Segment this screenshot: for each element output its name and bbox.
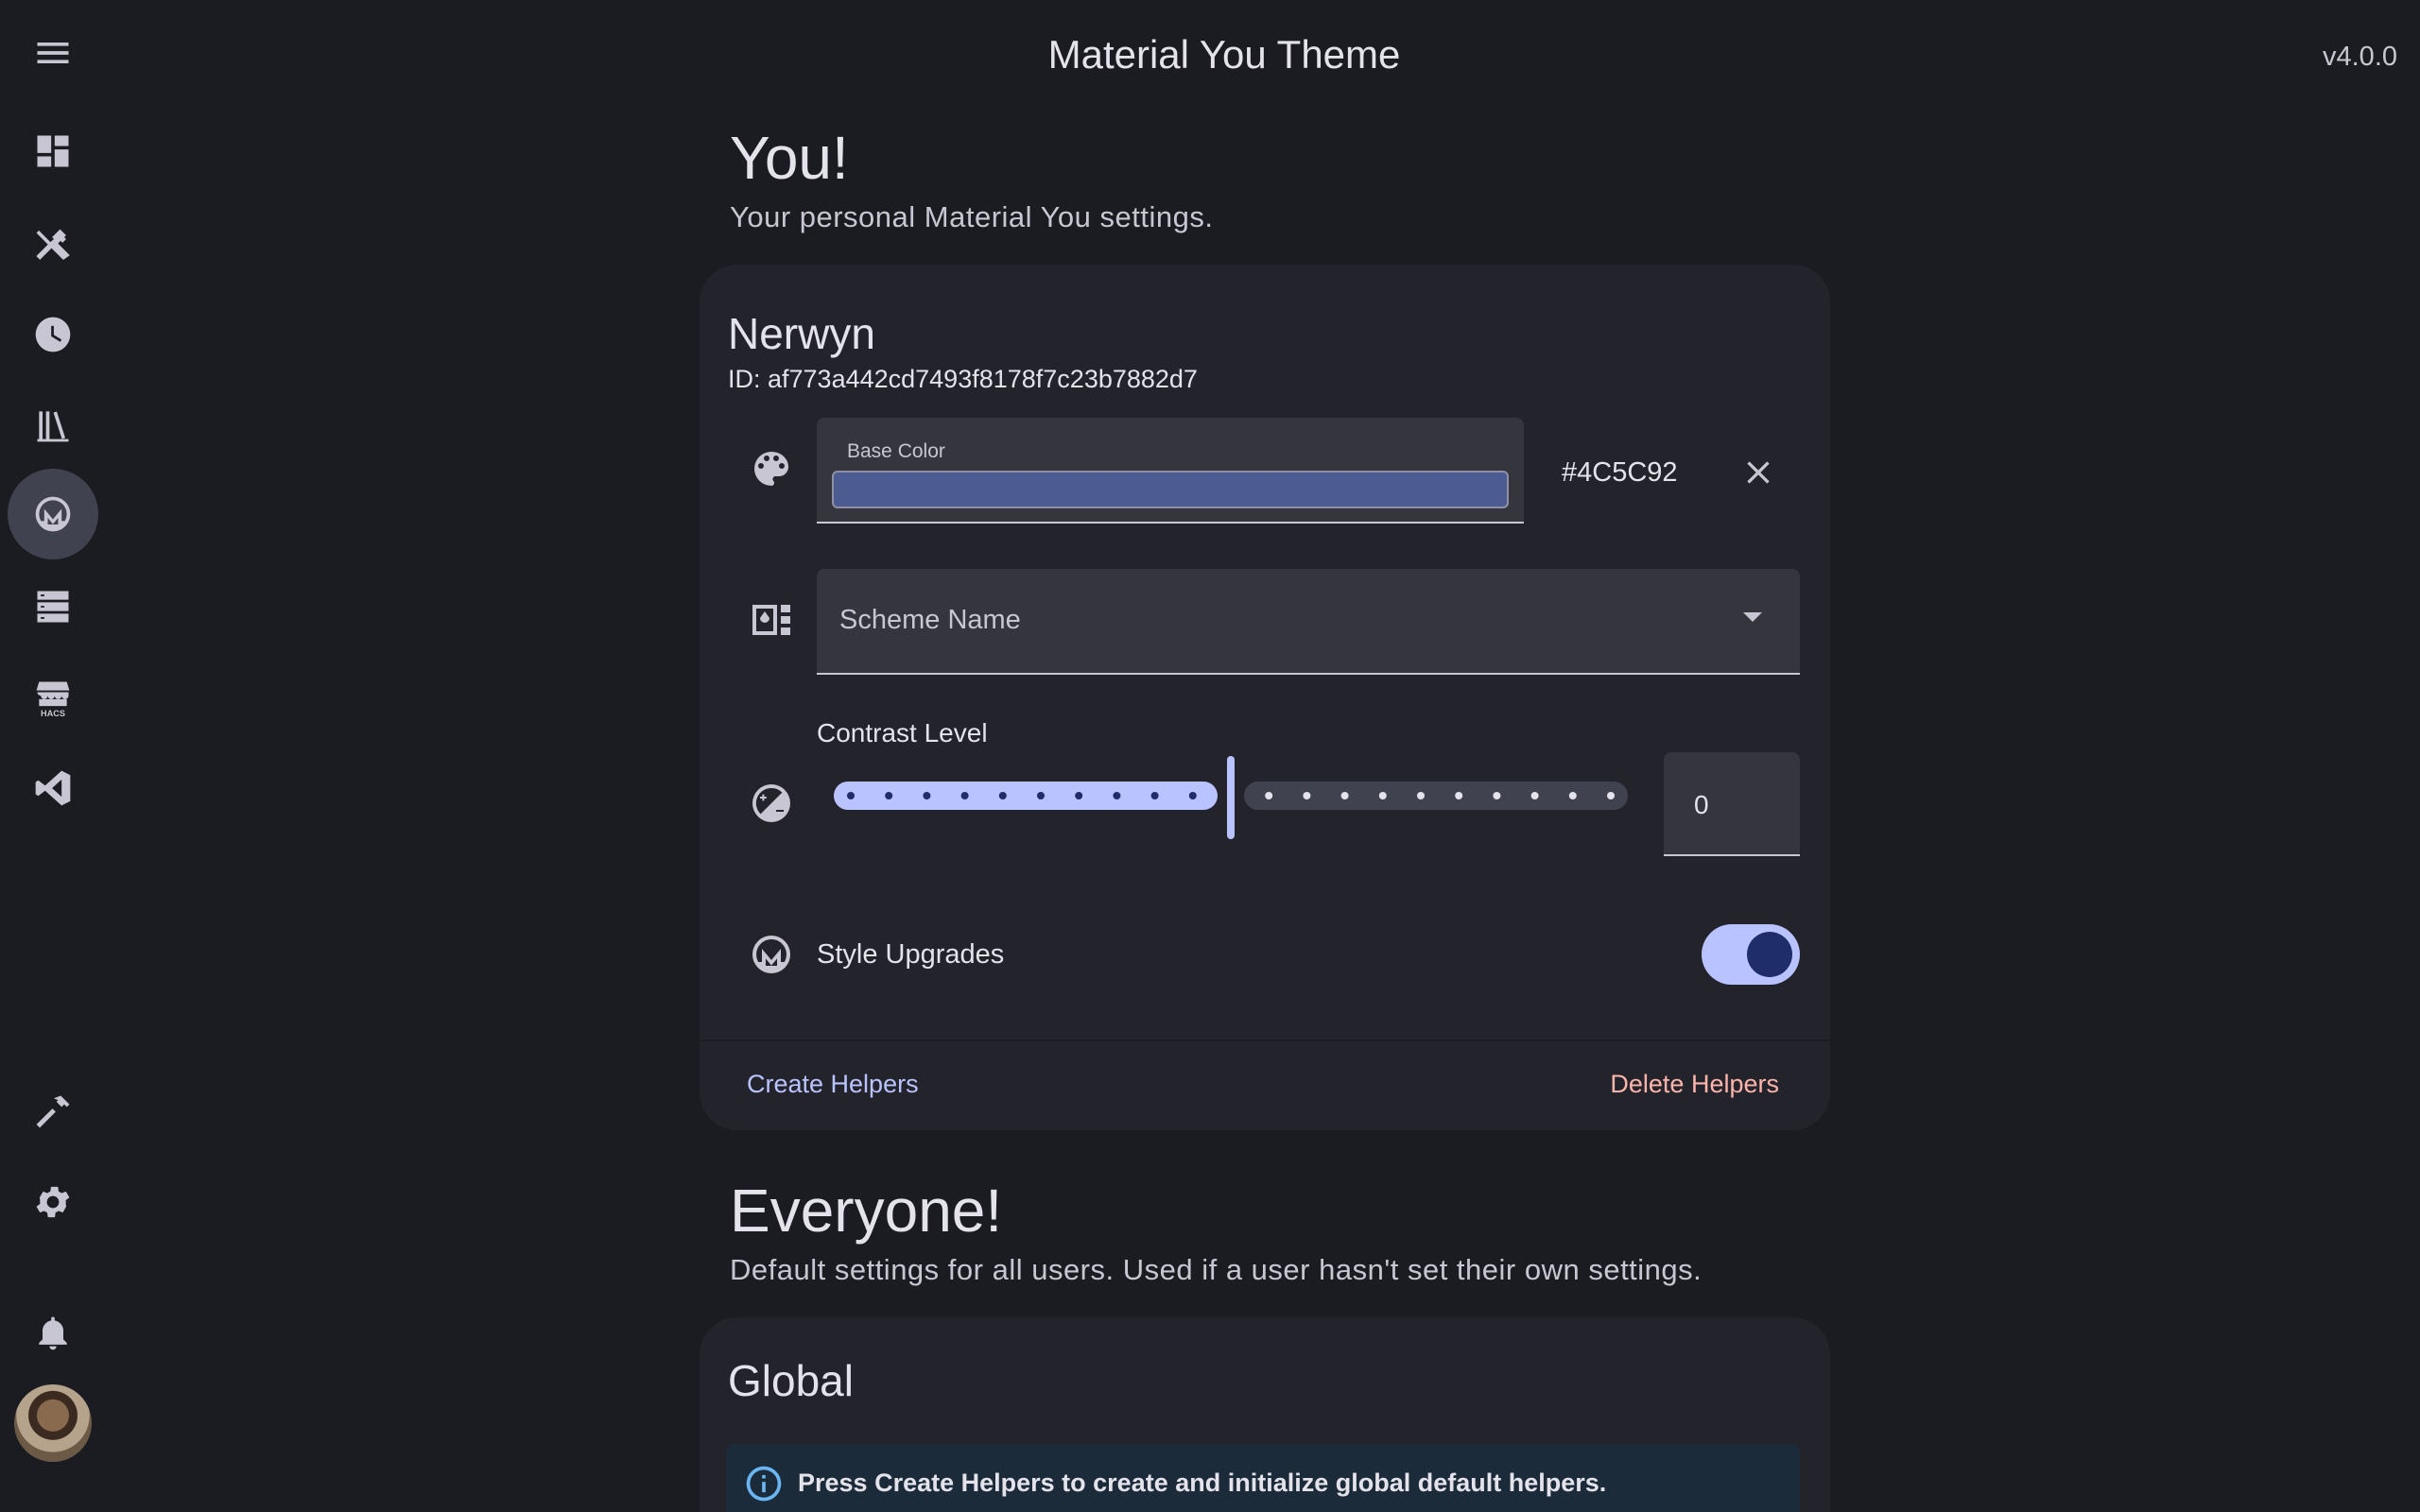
delete-helpers-button[interactable]: Delete Helpers: [1610, 1070, 1779, 1099]
global-settings-card: Global Press Create Helpers to create an…: [700, 1317, 1830, 1512]
base-color-label: Base Color: [847, 440, 945, 462]
slider-tick: [1530, 792, 1539, 799]
base-color-hex: #4C5C92: [1562, 457, 1678, 488]
info-icon: [743, 1463, 785, 1504]
you-section-description: Your personal Material You settings.: [730, 200, 1214, 233]
global-card-title: Global: [728, 1356, 854, 1405]
scheme-name-select[interactable]: Scheme Name: [817, 569, 1800, 675]
slider-tick: [1188, 792, 1197, 799]
contrast-level-label: Contrast Level: [817, 718, 988, 747]
slider-tick: [1378, 792, 1387, 799]
sidebar-item-history[interactable]: [8, 289, 98, 380]
base-color-swatch[interactable]: [832, 471, 1509, 508]
slider-tick: [885, 792, 893, 799]
slider-tick: [1607, 792, 1615, 799]
user-name: Nerwyn: [728, 309, 875, 358]
slider-tick: [1417, 792, 1425, 799]
avatar[interactable]: [14, 1384, 92, 1462]
slider-tick: [1493, 792, 1501, 799]
sidebar-item-material-you[interactable]: [8, 469, 98, 559]
create-helpers-button[interactable]: Create Helpers: [747, 1070, 919, 1099]
slider-handle[interactable]: [1227, 756, 1235, 839]
slider-tick: [1265, 792, 1273, 799]
card-divider: [700, 1040, 1830, 1041]
sidebar-item-server[interactable]: [8, 561, 98, 652]
server-icon: [37, 591, 69, 623]
slider-tick: [1113, 792, 1121, 799]
everyone-section-description: Default settings for all users. Used if …: [730, 1253, 1703, 1286]
sidebar-item-developer-tools[interactable]: [8, 1066, 98, 1157]
style-upgrades-label: Style Upgrades: [817, 939, 1005, 970]
hammer-icon: [36, 1095, 70, 1128]
sidebar-item-vscode[interactable]: [8, 743, 98, 833]
svg-text:HACS: HACS: [41, 709, 65, 718]
slider-tick: [1150, 792, 1159, 799]
sidebar-item-tools[interactable]: [8, 198, 98, 289]
you-section-title: You!: [730, 124, 849, 192]
sidebar-item-library[interactable]: [8, 380, 98, 471]
clear-color-button[interactable]: [1736, 450, 1781, 495]
slider-tick: [998, 792, 1007, 799]
sidebar: HACS: [0, 0, 106, 1512]
gear-icon: [36, 1186, 70, 1218]
sidebar-item-settings[interactable]: [8, 1157, 98, 1247]
info-banner: Press Create Helpers to create and initi…: [726, 1444, 1800, 1512]
contrast-level-value: 0: [1694, 790, 1709, 819]
hacs-store-icon: HACS: [36, 681, 70, 718]
scheme-name-label: Scheme Name: [839, 605, 1021, 635]
slider-tick: [1075, 792, 1083, 799]
material-you-icon: [749, 932, 794, 977]
chevron-down-icon: [1743, 612, 1762, 622]
slider-tick: [1037, 792, 1045, 799]
dashboard-icon: [37, 135, 69, 167]
slider-tick: [1568, 792, 1577, 799]
palette-icon: [749, 446, 794, 491]
user-settings-card: Nerwyn ID: af773a442cd7493f8178f7c23b788…: [700, 265, 1830, 1130]
info-banner-text: Press Create Helpers to create and initi…: [798, 1469, 1607, 1497]
everyone-section-title: Everyone!: [730, 1177, 1003, 1245]
sidebar-item-notifications[interactable]: [8, 1287, 98, 1378]
slider-tick: [847, 792, 855, 799]
slider-tick: [960, 792, 969, 799]
base-color-picker[interactable]: Base Color: [817, 418, 1524, 524]
material-you-icon: [35, 496, 71, 532]
contrast-icon: [749, 781, 794, 826]
sidebar-item-hacs[interactable]: HACS: [8, 652, 98, 743]
contrast-level-input[interactable]: 0: [1664, 752, 1800, 856]
style-upgrades-toggle[interactable]: [1702, 924, 1800, 985]
page-title: Material You Theme: [1047, 32, 1401, 77]
vscode-icon: [35, 770, 71, 806]
contrast-level-slider[interactable]: [832, 756, 1630, 843]
history-icon: [35, 317, 71, 352]
scheme-icon: [749, 597, 794, 643]
version-label: v4.0.0: [2323, 42, 2397, 72]
slider-tick: [1303, 792, 1311, 799]
bell-icon: [39, 1316, 67, 1350]
sidebar-item-dashboard[interactable]: [8, 106, 98, 197]
toggle-knob: [1747, 932, 1792, 977]
slider-tick: [923, 792, 931, 799]
library-icon: [37, 411, 69, 442]
tools-icon: [36, 229, 70, 261]
close-icon: [1747, 461, 1770, 484]
slider-tick: [1340, 792, 1349, 799]
user-id: ID: af773a442cd7493f8178f7c23b7882d7: [728, 365, 1198, 393]
slider-tick: [1455, 792, 1463, 799]
